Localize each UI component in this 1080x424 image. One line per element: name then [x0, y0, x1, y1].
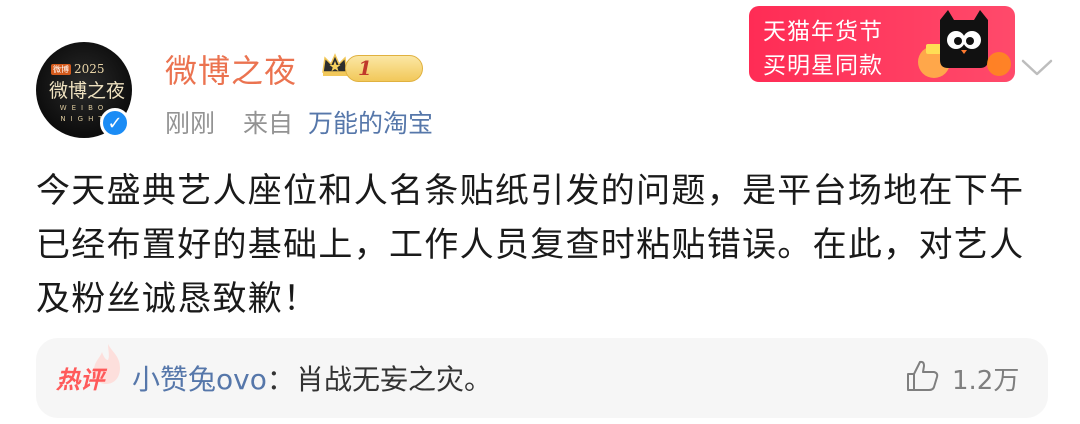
thumbs-up-icon[interactable] — [902, 356, 942, 396]
hot-comment-user[interactable]: 小赞兔ovo： — [132, 358, 295, 398]
verified-icon: ✓ — [100, 108, 130, 138]
hot-comment-username[interactable]: 小赞兔ovo — [132, 363, 267, 396]
like-count: 1.2万 — [952, 366, 1020, 396]
hot-comment-separator: ： — [266, 363, 295, 396]
avatar-title: 微博之夜 — [49, 80, 126, 102]
ad-headline: 天猫年货节 — [763, 19, 883, 45]
level-number: 1 — [358, 56, 372, 80]
chevron-down-icon[interactable] — [1017, 52, 1057, 82]
post-content: 今天盛典艺人座位和人名条贴纸引发的问题，是平台场地在下午已经布置好的基础上，工作… — [36, 171, 1025, 319]
weibo-post: 微博 2025 微博之夜 WEIBO NIGHT ✓ 微博之夜 1 刚刚 来自 … — [0, 0, 1080, 424]
level-badge[interactable]: 1 — [345, 55, 423, 82]
post-time: 刚刚 — [165, 109, 216, 138]
tmall-cat-icon — [918, 10, 1011, 78]
username[interactable]: 微博之夜 — [165, 46, 297, 92]
hot-comment[interactable]: 热评 小赞兔ovo： 肖战无妄之灾。 1.2万 — [36, 338, 1048, 418]
hot-comment-text: 肖战无妄之灾。 — [296, 363, 493, 396]
source-prefix: 来自 — [243, 109, 294, 138]
avatar-year: 2025 — [74, 62, 105, 76]
tmall-ad-banner[interactable]: 天猫年货节 买明星同款 — [749, 6, 1015, 82]
hot-comment-badge: 热评 — [56, 366, 104, 394]
source-link[interactable]: 万能的淘宝 — [308, 104, 433, 140]
ad-subline: 买明星同款 — [763, 53, 883, 79]
avatar-tag: 微博 — [51, 64, 71, 75]
